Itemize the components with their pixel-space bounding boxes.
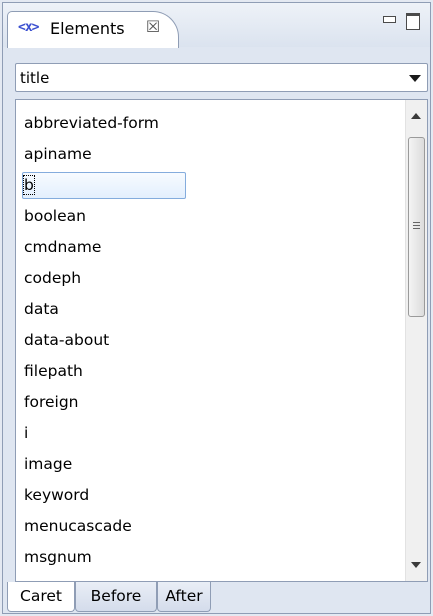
list-item[interactable]: i <box>16 418 396 449</box>
combo-selected-value: title <box>20 69 50 87</box>
elements-list[interactable]: abbreviated-form apiname b boolean cmdname co… <box>15 99 428 582</box>
list-item-label: i <box>24 424 29 442</box>
list-item-label: codeph <box>24 269 82 287</box>
list-item-label: abbreviated-form <box>24 114 159 132</box>
tab-title: Elements <box>50 19 125 38</box>
scroll-up-icon[interactable] <box>411 113 421 119</box>
selection-highlight <box>22 172 186 199</box>
scroll-down-icon[interactable] <box>411 562 421 568</box>
list-item-label: image <box>24 455 73 473</box>
tab-after[interactable]: After <box>157 582 211 612</box>
list-item[interactable]: msgnum <box>16 542 396 573</box>
list-item-label: cmdname <box>24 238 102 256</box>
list-item[interactable]: foreign <box>16 387 396 418</box>
element-context-combo[interactable]: title <box>15 63 428 92</box>
elements-icon: <x> <box>18 20 40 35</box>
list-item-label: data-about <box>24 331 110 349</box>
list-item[interactable]: apiname <box>16 139 396 170</box>
list-item[interactable]: filepath <box>16 356 396 387</box>
list-item[interactable]: menucascade <box>16 511 396 542</box>
list-item-label: apiname <box>24 145 92 163</box>
tab-elements[interactable]: <x> Elements ☒ <box>7 11 179 48</box>
tab-before[interactable]: Before <box>75 582 157 612</box>
list-item-label: msgnum <box>24 548 92 566</box>
list-item[interactable]: msgph <box>16 573 396 581</box>
vertical-scrollbar[interactable] <box>405 100 427 581</box>
list-item[interactable]: data <box>16 294 396 325</box>
list-item-label: menucascade <box>24 517 132 535</box>
list-item[interactable]: abbreviated-form <box>16 108 396 139</box>
list-items: abbreviated-form apiname b boolean cmdname co… <box>16 108 396 581</box>
maximize-icon[interactable] <box>405 12 421 30</box>
close-icon[interactable]: ☒ <box>144 17 162 36</box>
chevron-down-icon[interactable] <box>409 75 421 82</box>
list-item-label: b <box>23 175 35 195</box>
list-item-label: filepath <box>24 362 83 380</box>
list-item[interactable]: b <box>16 170 396 201</box>
list-item[interactable]: data-about <box>16 325 396 356</box>
list-item[interactable]: keyword <box>16 480 396 511</box>
list-item[interactable]: image <box>16 449 396 480</box>
insert-position-tabs: Caret Before After <box>3 582 430 613</box>
list-item-label: keyword <box>24 486 90 504</box>
view-title-bar: <x> Elements ☒ <box>3 3 430 48</box>
list-item-label: data <box>24 300 59 318</box>
tab-caret[interactable]: Caret <box>7 582 75 612</box>
elements-view: <x> Elements ☒ title abbreviated-form api… <box>2 2 431 614</box>
list-item[interactable]: cmdname <box>16 232 396 263</box>
minimize-icon[interactable] <box>381 12 397 28</box>
list-item-label: boolean <box>24 207 86 225</box>
scrollbar-thumb[interactable] <box>408 137 425 317</box>
list-item[interactable]: codeph <box>16 263 396 294</box>
list-item[interactable]: boolean <box>16 201 396 232</box>
grip-icon <box>413 222 420 231</box>
list-item-label: foreign <box>24 393 79 411</box>
